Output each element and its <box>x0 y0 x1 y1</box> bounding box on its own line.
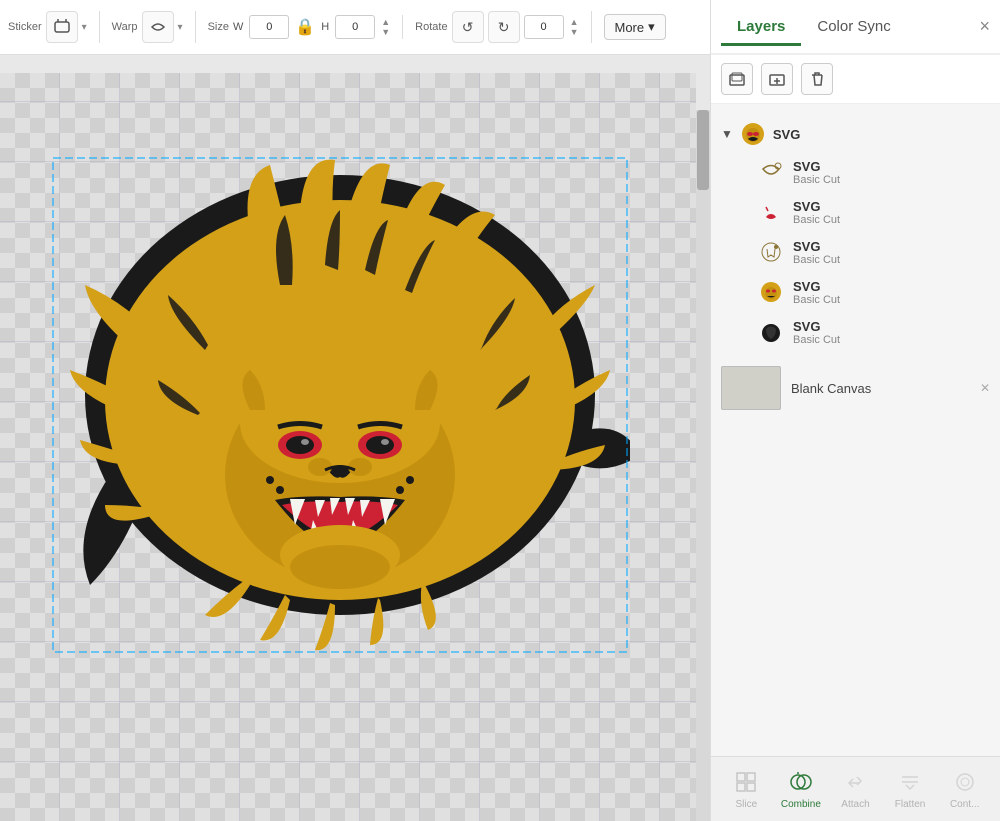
layer-item-4-thumb <box>757 278 785 306</box>
layer-item-4[interactable]: SVG Basic Cut <box>721 272 990 312</box>
sticker-label: Sticker <box>8 21 42 33</box>
layer-item-4-name: SVG <box>793 279 840 294</box>
attach-button[interactable]: Attach <box>833 768 877 810</box>
layer-item-5-sub: Basic Cut <box>793 334 840 346</box>
lock-icon[interactable]: 🔒 <box>295 17 315 37</box>
layer-item-5-name: SVG <box>793 319 840 334</box>
layer-item-3-thumb <box>757 238 785 266</box>
panel-toolbar <box>711 55 1000 104</box>
layer-item-1-thumb <box>757 158 785 186</box>
layer-item-3-name: SVG <box>793 239 840 254</box>
width-label: W <box>233 21 243 33</box>
attach-label: Attach <box>841 799 869 810</box>
attach-icon <box>839 768 871 796</box>
layer-item-2-sub: Basic Cut <box>793 214 840 226</box>
more-label: More <box>615 20 645 35</box>
combine-label: Combine <box>781 799 821 810</box>
size-arrows[interactable]: ▲ ▼ <box>381 18 390 37</box>
rotate-ccw-btn[interactable]: ↺ <box>452 11 484 43</box>
rotate-cw-btn[interactable]: ↻ <box>488 11 520 43</box>
layer-item-1[interactable]: SVG Basic Cut <box>721 152 990 192</box>
layer-item-4-info: SVG Basic Cut <box>793 279 840 306</box>
layer-item-3-info: SVG Basic Cut <box>793 239 840 266</box>
layer-item-5[interactable]: SVG Basic Cut <box>721 312 990 352</box>
layer-item-3-sub: Basic Cut <box>793 254 840 266</box>
delete-layer-button[interactable] <box>801 63 833 95</box>
size-group: Size W 🔒 H ▲ ▼ <box>208 15 404 39</box>
toolbar: Sticker ▾ Warp ▾ Size W 🔒 H ▲ ▼ Rotate ↺… <box>0 0 710 55</box>
layer-list: ▼ SVG <box>711 104 1000 756</box>
layer-item-5-thumb <box>757 318 785 346</box>
rotate-arrows[interactable]: ▲ ▼ <box>570 18 579 37</box>
warp-group: Warp ▾ <box>112 11 196 43</box>
slice-label: Slice <box>735 799 757 810</box>
blank-canvas-section: Blank Canvas ✕ <box>711 356 1000 418</box>
layer-item-2-name: SVG <box>793 199 840 214</box>
contour-button[interactable]: Cont... <box>943 768 987 810</box>
slice-button[interactable]: Slice <box>724 768 768 810</box>
layer-group-header[interactable]: ▼ SVG <box>721 116 990 152</box>
blank-canvas-label: Blank Canvas <box>791 381 871 396</box>
layer-item-1-sub: Basic Cut <box>793 174 840 186</box>
contour-label: Cont... <box>950 799 979 810</box>
size-label: Size <box>208 21 229 33</box>
contour-icon <box>949 768 981 796</box>
more-group: More ▾ <box>604 14 678 40</box>
tab-layers-label: Layers <box>737 18 785 35</box>
right-panel: Layers Color Sync × ▼ <box>710 0 1000 821</box>
rotate-input[interactable] <box>524 15 564 39</box>
blank-canvas-thumb <box>721 366 781 410</box>
layer-item-2[interactable]: SVG Basic Cut <box>721 192 990 232</box>
blank-canvas-close-button[interactable]: ✕ <box>980 381 990 395</box>
canvas-area[interactable]: 8 9 10 11 12 13 14 15 <box>0 55 710 821</box>
rotate-group: Rotate ↺ ↻ ▲ ▼ <box>415 11 591 43</box>
sticker-dropdown[interactable]: ▾ <box>82 22 87 33</box>
layer-item-2-info: SVG Basic Cut <box>793 199 840 226</box>
warp-label: Warp <box>112 21 138 33</box>
more-button[interactable]: More ▾ <box>604 14 666 40</box>
vertical-scrollbar[interactable] <box>696 110 710 821</box>
layer-group-thumb <box>739 120 767 148</box>
more-chevron-icon: ▾ <box>648 19 655 35</box>
lion-image[interactable] <box>50 155 630 735</box>
combine-button[interactable]: Combine <box>779 768 823 810</box>
panel-bottom-toolbar: Slice Combine Attach Flatten Cont... <box>711 756 1000 821</box>
sticker-icon-btn[interactable] <box>46 11 78 43</box>
flatten-label: Flatten <box>895 799 926 810</box>
warp-dropdown[interactable]: ▾ <box>178 22 183 33</box>
tab-layers[interactable]: Layers <box>721 10 801 46</box>
layer-chevron-icon: ▼ <box>721 127 733 141</box>
panel-tabs: Layers Color Sync × <box>711 0 1000 55</box>
tab-color-sync-label: Color Sync <box>817 18 890 35</box>
layer-item-1-info: SVG Basic Cut <box>793 159 840 186</box>
layer-group-name: SVG <box>773 127 800 142</box>
slice-icon <box>730 768 762 796</box>
layer-item-2-thumb <box>757 198 785 226</box>
scrollbar-thumb[interactable] <box>697 110 709 190</box>
add-layer-button[interactable] <box>761 63 793 95</box>
group-layers-button[interactable] <box>721 63 753 95</box>
height-input[interactable] <box>335 15 375 39</box>
flatten-icon <box>894 768 926 796</box>
tab-color-sync[interactable]: Color Sync <box>801 10 906 46</box>
panel-close-button[interactable]: × <box>979 16 990 37</box>
width-input[interactable] <box>249 15 289 39</box>
warp-icon-btn[interactable] <box>142 11 174 43</box>
sticker-group: Sticker ▾ <box>8 11 100 43</box>
layer-item-4-sub: Basic Cut <box>793 294 840 306</box>
rotate-label: Rotate <box>415 21 447 33</box>
layer-item-3[interactable]: SVG Basic Cut <box>721 232 990 272</box>
combine-icon <box>785 768 817 796</box>
layer-item-5-info: SVG Basic Cut <box>793 319 840 346</box>
flatten-button[interactable]: Flatten <box>888 768 932 810</box>
layer-item-1-name: SVG <box>793 159 840 174</box>
layer-group-svg: ▼ SVG <box>711 112 1000 356</box>
height-label: H <box>321 21 329 33</box>
